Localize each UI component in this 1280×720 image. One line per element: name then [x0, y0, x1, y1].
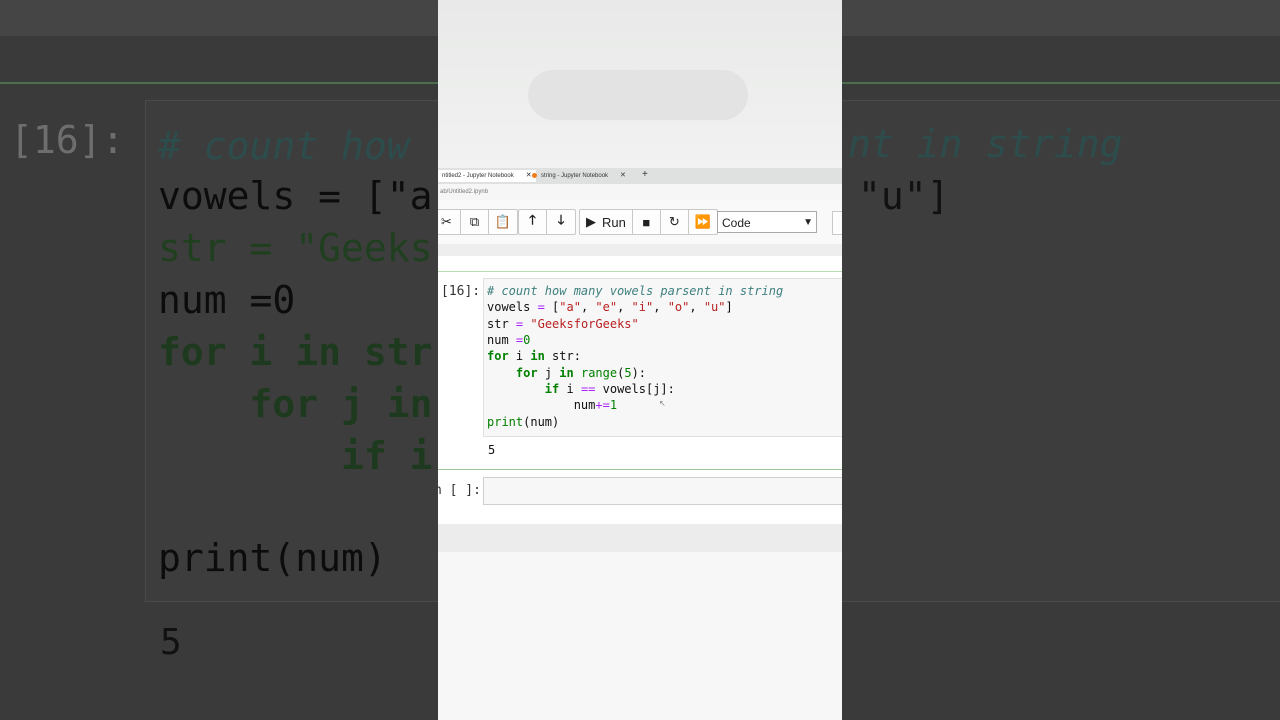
cell-prompt: [16]: [441, 284, 481, 299]
move-down-icon: 🡓 [557, 212, 565, 227]
code-line: num =0 [487, 333, 531, 347]
background-code-line: # count how [158, 124, 410, 168]
background-right-comment: nt in string [848, 122, 1123, 166]
background-prompt: [16]: [10, 118, 125, 162]
jupyter-logo-icon [532, 172, 537, 178]
move-down-button[interactable]: 🡓 [547, 210, 575, 234]
restart-run-all-button[interactable]: ⏩ [689, 210, 717, 234]
blur-smudge [528, 70, 748, 120]
copy-icon: ⧉ [469, 214, 480, 229]
restart-icon: ↻ [668, 214, 680, 229]
run-button-group: ▶ Run ■ ↻ ⏩ [579, 209, 718, 235]
background-code-line: if i [158, 434, 433, 478]
cell-separator [438, 271, 842, 272]
background-code-line: print(num) [158, 536, 387, 580]
code-line: # count how many vowels parsent in strin… [487, 284, 783, 298]
fast-forward-icon: ⏩ [694, 214, 711, 229]
code-line: for j in range(5): [515, 366, 647, 380]
notebook-area: [16]: # count how many vowels parsent in… [438, 256, 842, 552]
selected-cell-border [438, 469, 842, 470]
cell-type-value: Code [722, 216, 751, 230]
tab-label: ntitled2 - Jupyter Notebook [442, 173, 514, 179]
code-line: if i == vowels[j]: [544, 382, 675, 396]
frame-bottom-fill [438, 552, 842, 720]
chevron-down-icon: ▼ [803, 217, 813, 228]
background-code-line: num =0 [158, 278, 296, 322]
close-icon[interactable]: ✕ [620, 172, 626, 179]
mouse-cursor-icon: ↖ [659, 399, 666, 408]
tab-label: string - Jupyter Notebook [541, 173, 609, 179]
run-label: Run [602, 214, 626, 230]
stop-icon: ■ [642, 214, 651, 230]
move-up-icon: 🡑 [529, 212, 536, 227]
background-code-line: vowels = ["a [158, 174, 433, 218]
copy-button[interactable]: ⧉ [461, 210, 489, 234]
notebook-toolbar: ✂ ⧉ 📋 🡑 🡓 ▶ Run ■ ↻ ⏩ Code ▼ [438, 200, 842, 244]
stop-button[interactable]: ■ [633, 210, 661, 234]
new-tab-button[interactable]: + [642, 169, 648, 180]
browser-tab-bar: ntitled2 - Jupyter Notebook ✕ string - Ju… [438, 168, 842, 184]
move-button-group: 🡑 🡓 [518, 209, 576, 235]
paste-button[interactable]: 📋 [489, 210, 517, 234]
code-line: str = "GeeksforGeeks" [487, 317, 639, 331]
paste-icon: 📋 [494, 214, 512, 229]
background-code-line: for i in str [158, 330, 433, 374]
keyboard-shortcuts-button[interactable] [832, 211, 842, 235]
video-frame: ntitled2 - Jupyter Notebook ✕ string - Ju… [438, 0, 842, 720]
browser-tab-string[interactable]: string - Jupyter Notebook ✕ [528, 170, 630, 182]
toolbar-divider [438, 244, 842, 256]
notebook-bottom-band [438, 524, 842, 552]
address-bar[interactable]: ab/Untitled2.ipynb [438, 184, 842, 201]
empty-cell-prompt: n [ ]: [438, 483, 481, 498]
comment-text: # count how many vowels parsent in strin… [487, 284, 784, 298]
background-right-list-end: "u"] [858, 174, 950, 218]
code-line: num+=1 [487, 398, 618, 412]
cell-output: 5 [488, 443, 496, 457]
code-line: print(num) [487, 415, 560, 429]
restart-button[interactable]: ↻ [661, 210, 689, 234]
browser-tab-untitled2[interactable]: ntitled2 - Jupyter Notebook ✕ [438, 170, 536, 182]
background-output: 5 [160, 622, 182, 663]
move-up-button[interactable]: 🡑 [519, 210, 547, 234]
blurred-header-area [438, 0, 842, 168]
background-code-line: str = "Geeks [158, 226, 433, 270]
cut-button[interactable]: ✂ [438, 210, 461, 234]
cell-type-select[interactable]: Code ▼ [717, 211, 817, 233]
edit-button-group: ✂ ⧉ 📋 [438, 209, 518, 235]
run-button[interactable]: ▶ Run [580, 210, 633, 234]
background-code-line: for j in [158, 382, 433, 426]
code-line: for i in str: [487, 349, 581, 363]
code-line: vowels = ["a", "e", "i", "o", "u"] [487, 300, 733, 314]
run-icon: ▶ [586, 214, 596, 229]
cut-icon: ✂ [441, 214, 452, 229]
empty-code-cell-input[interactable] [483, 477, 842, 505]
